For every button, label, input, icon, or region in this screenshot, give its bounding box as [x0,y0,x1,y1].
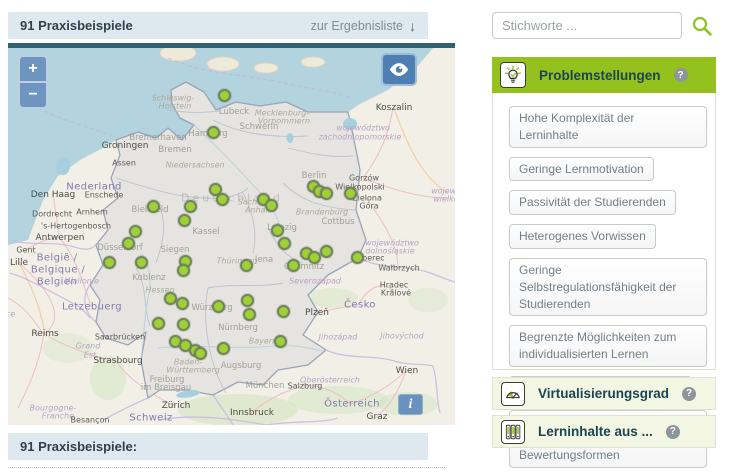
map-marker[interactable] [265,199,278,212]
map-zoom-controls: + − [18,55,48,109]
map-marker[interactable] [216,193,229,206]
map-marker[interactable] [218,89,231,102]
results-header: 91 Praxisbeispiele zur Ergebnisliste ↓ [8,12,428,39]
map-marker[interactable] [177,318,190,331]
filter-button[interactable]: Hohe Komplexität der Lerninhalte [509,106,707,148]
section-title: Lerninhalte aus ... [538,424,653,439]
eye-icon [388,58,410,81]
map-marker[interactable] [103,256,116,269]
map-marker[interactable] [278,237,291,250]
map-marker[interactable] [147,200,160,213]
gauge-icon [501,382,525,406]
map-marker[interactable] [152,317,165,330]
map-marker[interactable] [212,300,225,313]
map-marker[interactable] [194,347,207,360]
results-footer: 91 Praxisbeispiele: [8,433,428,460]
map-marker[interactable] [122,237,135,250]
filter-button[interactable]: Heterogenes Vorwissen [509,224,656,249]
map-marker[interactable] [344,187,357,200]
help-icon[interactable]: ? [666,425,680,439]
map-marker[interactable] [351,251,364,264]
search-icon[interactable] [691,15,713,37]
map-marker[interactable] [135,256,148,269]
map-marker[interactable] [308,251,321,264]
filter-button[interactable]: Passivität der Studierenden [509,190,676,215]
filter-button[interactable]: Geringe Lernmotivation [509,157,654,182]
filter-button[interactable]: Begrenzte Möglichkeiten zum individualis… [509,325,707,367]
shelf-icon [501,420,525,444]
filter-panel: Hohe Komplexität der Lerninhalte Geringe … [492,93,716,370]
section-title: Problemstellungen [539,68,661,83]
results-count: 91 Praxisbeispiele [20,18,133,33]
map-marker[interactable] [287,259,300,272]
filter-list: Hohe Komplexität der Lerninhalte Geringe … [509,106,715,468]
section-virtualisierungsgrad[interactable]: Virtualisierungsgrad ? [492,377,716,410]
map-marker[interactable] [177,264,190,277]
help-icon[interactable]: ? [674,68,688,82]
zoom-out-button[interactable]: − [18,82,48,109]
page: 91 Praxisbeispiele zur Ergebnisliste ↓ [0,0,730,473]
map-marker[interactable] [129,225,142,238]
map-marker[interactable] [243,308,256,321]
map-markers [8,48,455,425]
down-arrow-icon: ↓ [409,19,416,33]
section-problemstellungen[interactable]: Problemstellungen ? [492,57,716,93]
map-marker[interactable] [241,294,254,307]
lightbulb-icon [500,62,526,88]
map-marker[interactable] [320,245,333,258]
divider [8,467,445,468]
map-marker[interactable] [271,224,284,237]
map-marker[interactable] [240,259,253,272]
map-marker[interactable] [184,200,197,213]
zoom-in-button[interactable]: + [18,55,48,82]
map-panel[interactable]: GroningenAssenNederlandDen HaagEnschedeD… [8,43,455,425]
results-list-link-label: zur Ergebnisliste [311,19,403,33]
search-input[interactable] [492,12,682,39]
help-icon[interactable]: ? [682,387,696,401]
map-marker[interactable] [320,187,333,200]
map-info-button[interactable]: i [398,394,423,415]
map-marker[interactable] [164,292,177,305]
map-marker[interactable] [274,335,287,348]
map-marker[interactable] [207,126,220,139]
map-marker[interactable] [176,297,189,310]
section-lerninhalte[interactable]: Lerninhalte aus ... ? [492,415,716,448]
results-footer-label: 91 Praxisbeispiele: [20,439,137,454]
section-title: Virtualisierungsgrad [538,386,669,401]
map-marker[interactable] [217,342,230,355]
filter-button[interactable]: Geringe Selbstregulationsfähigkeit der S… [509,258,707,316]
results-list-link[interactable]: zur Ergebnisliste ↓ [311,19,416,33]
map-marker[interactable] [277,305,290,318]
visibility-toggle-button[interactable] [381,53,417,86]
map-marker[interactable] [178,214,191,227]
